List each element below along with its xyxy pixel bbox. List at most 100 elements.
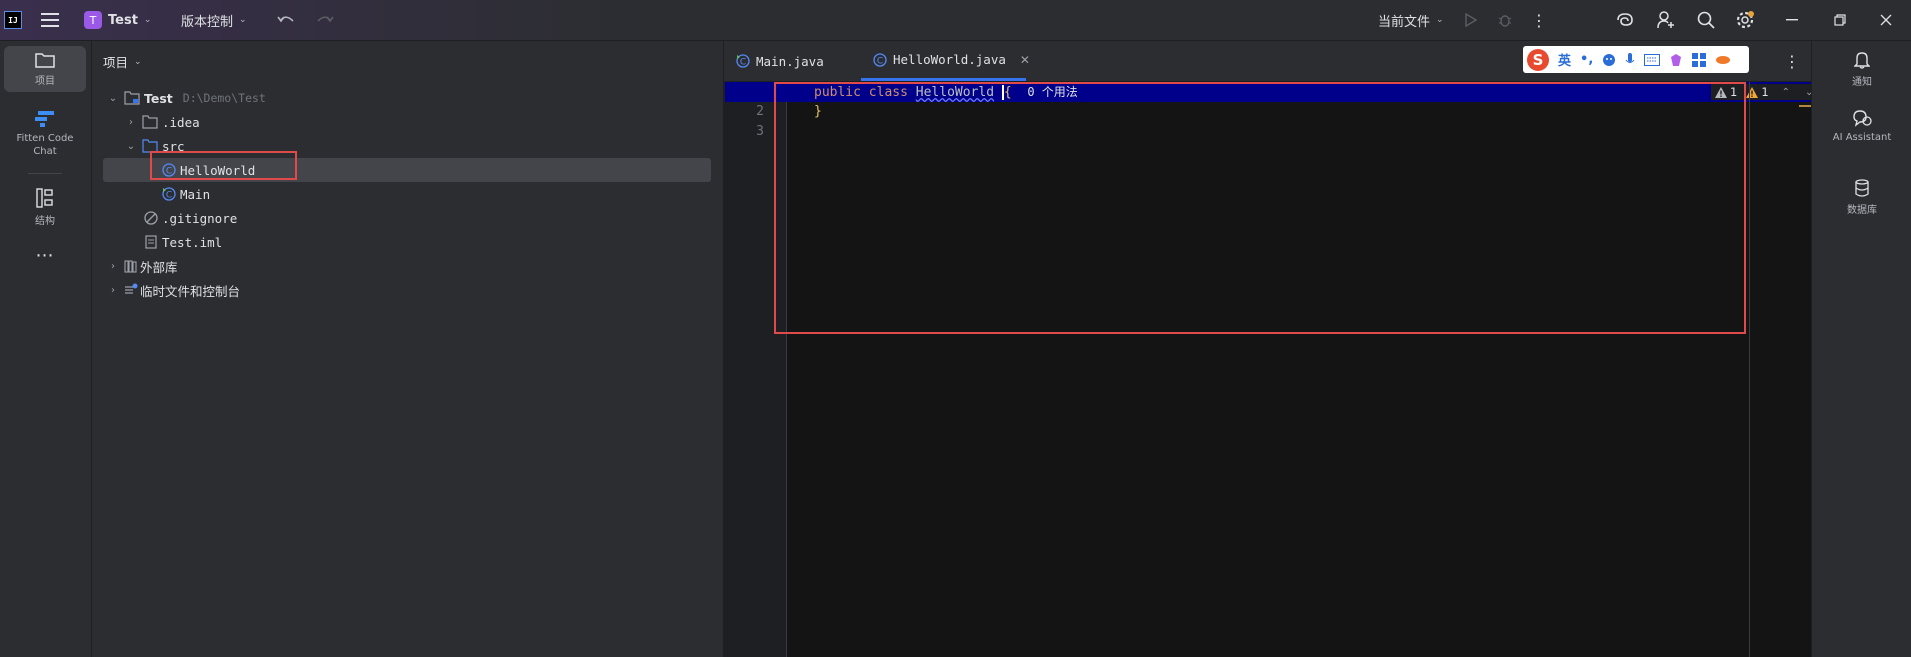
collapsed-arrow-icon: › xyxy=(111,260,115,272)
tree-label: src xyxy=(162,138,185,154)
code-line-1[interactable]: public class HelloWorld { 0 个用法 xyxy=(814,82,1078,102)
emoji-icon[interactable] xyxy=(1602,53,1616,67)
scratch-icon xyxy=(124,283,138,297)
class-icon: C xyxy=(873,52,887,67)
tree-item-idea[interactable]: › .idea xyxy=(124,110,200,134)
tree-item-helloworld[interactable]: C HelloWorld xyxy=(162,158,255,182)
tree-label: Test.iml xyxy=(162,234,223,250)
toolbox-icon[interactable] xyxy=(1692,52,1707,67)
svg-text:C: C xyxy=(740,58,746,68)
tree-item-scratches[interactable]: › 临时文件和控制台 xyxy=(106,278,240,302)
jetbrains-ide-icon[interactable]: IJ xyxy=(4,11,22,29)
tree-label: 外部库 xyxy=(140,259,178,275)
tree-item-gitignore[interactable]: .gitignore xyxy=(144,206,237,230)
toolwindow-notifications-button[interactable]: 通知 xyxy=(1812,51,1911,91)
ime-toolbar[interactable]: S 英 •, xyxy=(1523,46,1749,73)
keyword-public: public xyxy=(814,85,861,100)
divider xyxy=(28,173,62,174)
expanded-arrow-icon: ⌄ xyxy=(126,140,136,152)
toolwindow-label: 通知 xyxy=(1852,77,1872,88)
editor-area: C Main.java C HelloWorld.java ✕ ⋮ 1 2 3 … xyxy=(724,41,1818,657)
run-config-selector[interactable]: 当前文件 ⌄ xyxy=(1378,10,1444,30)
vcs-menu[interactable]: 版本控制 ⌄ xyxy=(181,10,247,30)
toolwindow-structure-button[interactable]: 结构 xyxy=(4,184,86,230)
ime-punct-label[interactable]: •, xyxy=(1580,52,1593,67)
tree-item-root[interactable]: ⌄ Test D:\Demo\Test xyxy=(106,86,266,110)
toolwindow-label: 项目 xyxy=(35,75,55,87)
run-icon[interactable] xyxy=(1462,11,1480,29)
tab-helloworld-java[interactable]: C HelloWorld.java ✕ xyxy=(861,41,1030,81)
settings-gear-icon[interactable] xyxy=(1735,10,1755,30)
more-vertical-icon[interactable]: ⋮ xyxy=(1784,52,1800,71)
tree-label: 临时文件和控制台 xyxy=(140,283,241,299)
chevron-down-icon: ⌄ xyxy=(143,15,152,25)
more-icon: ⋯ xyxy=(35,244,55,266)
tab-main-java[interactable]: C Main.java xyxy=(736,41,846,81)
database-icon xyxy=(1854,179,1870,197)
undo-icon[interactable] xyxy=(276,11,296,29)
structure-icon xyxy=(36,187,54,208)
project-panel-header[interactable]: 项目 ⌄ xyxy=(103,52,142,71)
runnable-class-icon: C xyxy=(736,54,750,68)
tree-item-external-libraries[interactable]: › 外部库 xyxy=(106,254,178,278)
search-icon[interactable] xyxy=(1696,10,1716,30)
folder-icon xyxy=(142,115,158,129)
warning-icon xyxy=(1715,86,1727,98)
code-editor[interactable]: public class HelloWorld { 0 个用法 } 1 1 ⌃ … xyxy=(725,82,1818,657)
source-folder-icon xyxy=(142,139,158,153)
fox-mascot-icon[interactable] xyxy=(1715,54,1731,66)
tree-item-src[interactable]: ⌄ src xyxy=(124,134,185,158)
toolwindow-database-button[interactable]: 数据库 xyxy=(1812,179,1911,219)
add-user-icon[interactable] xyxy=(1656,10,1676,30)
class-name: HelloWorld xyxy=(915,85,995,100)
inspection-widget[interactable]: 1 1 ⌃ ⌄ xyxy=(1711,84,1818,100)
debug-icon[interactable] xyxy=(1496,11,1514,29)
close-window-icon[interactable] xyxy=(1876,11,1896,29)
close-brace: } xyxy=(814,104,822,119)
usages-inlay-hint[interactable]: 0 个用法 xyxy=(1027,85,1077,99)
tree-label: .gitignore xyxy=(162,210,238,226)
right-gutter-marker xyxy=(1799,105,1811,107)
fitten-logo-icon xyxy=(34,110,56,128)
svg-text:C: C xyxy=(877,56,883,66)
hamburger-menu-icon[interactable] xyxy=(40,11,60,29)
ime-mode-label[interactable]: 英 xyxy=(1558,50,1571,69)
keyboard-icon[interactable] xyxy=(1644,53,1661,66)
redo-icon[interactable] xyxy=(315,11,335,29)
svg-text:C: C xyxy=(166,191,172,201)
toolwindow-ai-assistant-button[interactable]: AI Assistant xyxy=(1812,109,1911,161)
copilot-swirl-icon[interactable] xyxy=(1615,11,1635,29)
sogou-logo-icon: S xyxy=(1527,48,1549,71)
chevron-up-icon[interactable]: ⌃ xyxy=(1782,87,1790,98)
right-margin-guide xyxy=(1749,82,1750,657)
tree-item-test-iml[interactable]: Test.iml xyxy=(144,230,222,254)
tab-label: HelloWorld.java xyxy=(893,52,1006,67)
weak-warning-count: 1 xyxy=(1761,85,1769,99)
runnable-class-icon: C xyxy=(162,187,176,201)
toolwindow-fitten-button[interactable]: Fitten Code Chat xyxy=(4,103,86,165)
more-tool-windows-button[interactable]: ⋯ xyxy=(4,241,86,269)
toolwindow-project-button[interactable]: 项目 xyxy=(4,46,86,92)
tree-item-main[interactable]: C Main xyxy=(162,182,210,206)
tree-label: Main xyxy=(180,186,211,202)
chevron-down-icon: ⌄ xyxy=(1436,15,1444,25)
close-tab-icon[interactable]: ✕ xyxy=(1020,53,1030,67)
title-bar: IJ T Test ⌄ 版本控制 ⌄ 当前文件 ⌄ ⋮ xyxy=(0,0,1911,41)
ignored-file-icon xyxy=(144,211,158,225)
editor-gutter: 1 2 3 xyxy=(724,82,786,657)
minimize-icon[interactable] xyxy=(1782,11,1802,29)
project-selector[interactable]: T Test ⌄ xyxy=(84,10,151,30)
left-tool-window-bar: 项目 Fitten Code Chat 结构 ⋯ xyxy=(0,41,92,657)
skin-icon[interactable] xyxy=(1669,53,1683,67)
tree-label: Test xyxy=(144,90,173,106)
expanded-arrow-icon: ⌄ xyxy=(108,92,118,104)
toolwindow-label: AI Assistant xyxy=(1832,132,1892,143)
svg-text:C: C xyxy=(166,167,172,177)
restore-icon[interactable] xyxy=(1830,11,1850,29)
iml-file-icon xyxy=(144,235,158,249)
more-vertical-icon[interactable]: ⋮ xyxy=(1530,11,1548,30)
project-panel-title: 项目 xyxy=(103,55,129,70)
microphone-icon[interactable] xyxy=(1625,52,1635,67)
collapsed-arrow-icon: › xyxy=(129,116,133,128)
code-line-2[interactable]: } xyxy=(814,102,822,122)
